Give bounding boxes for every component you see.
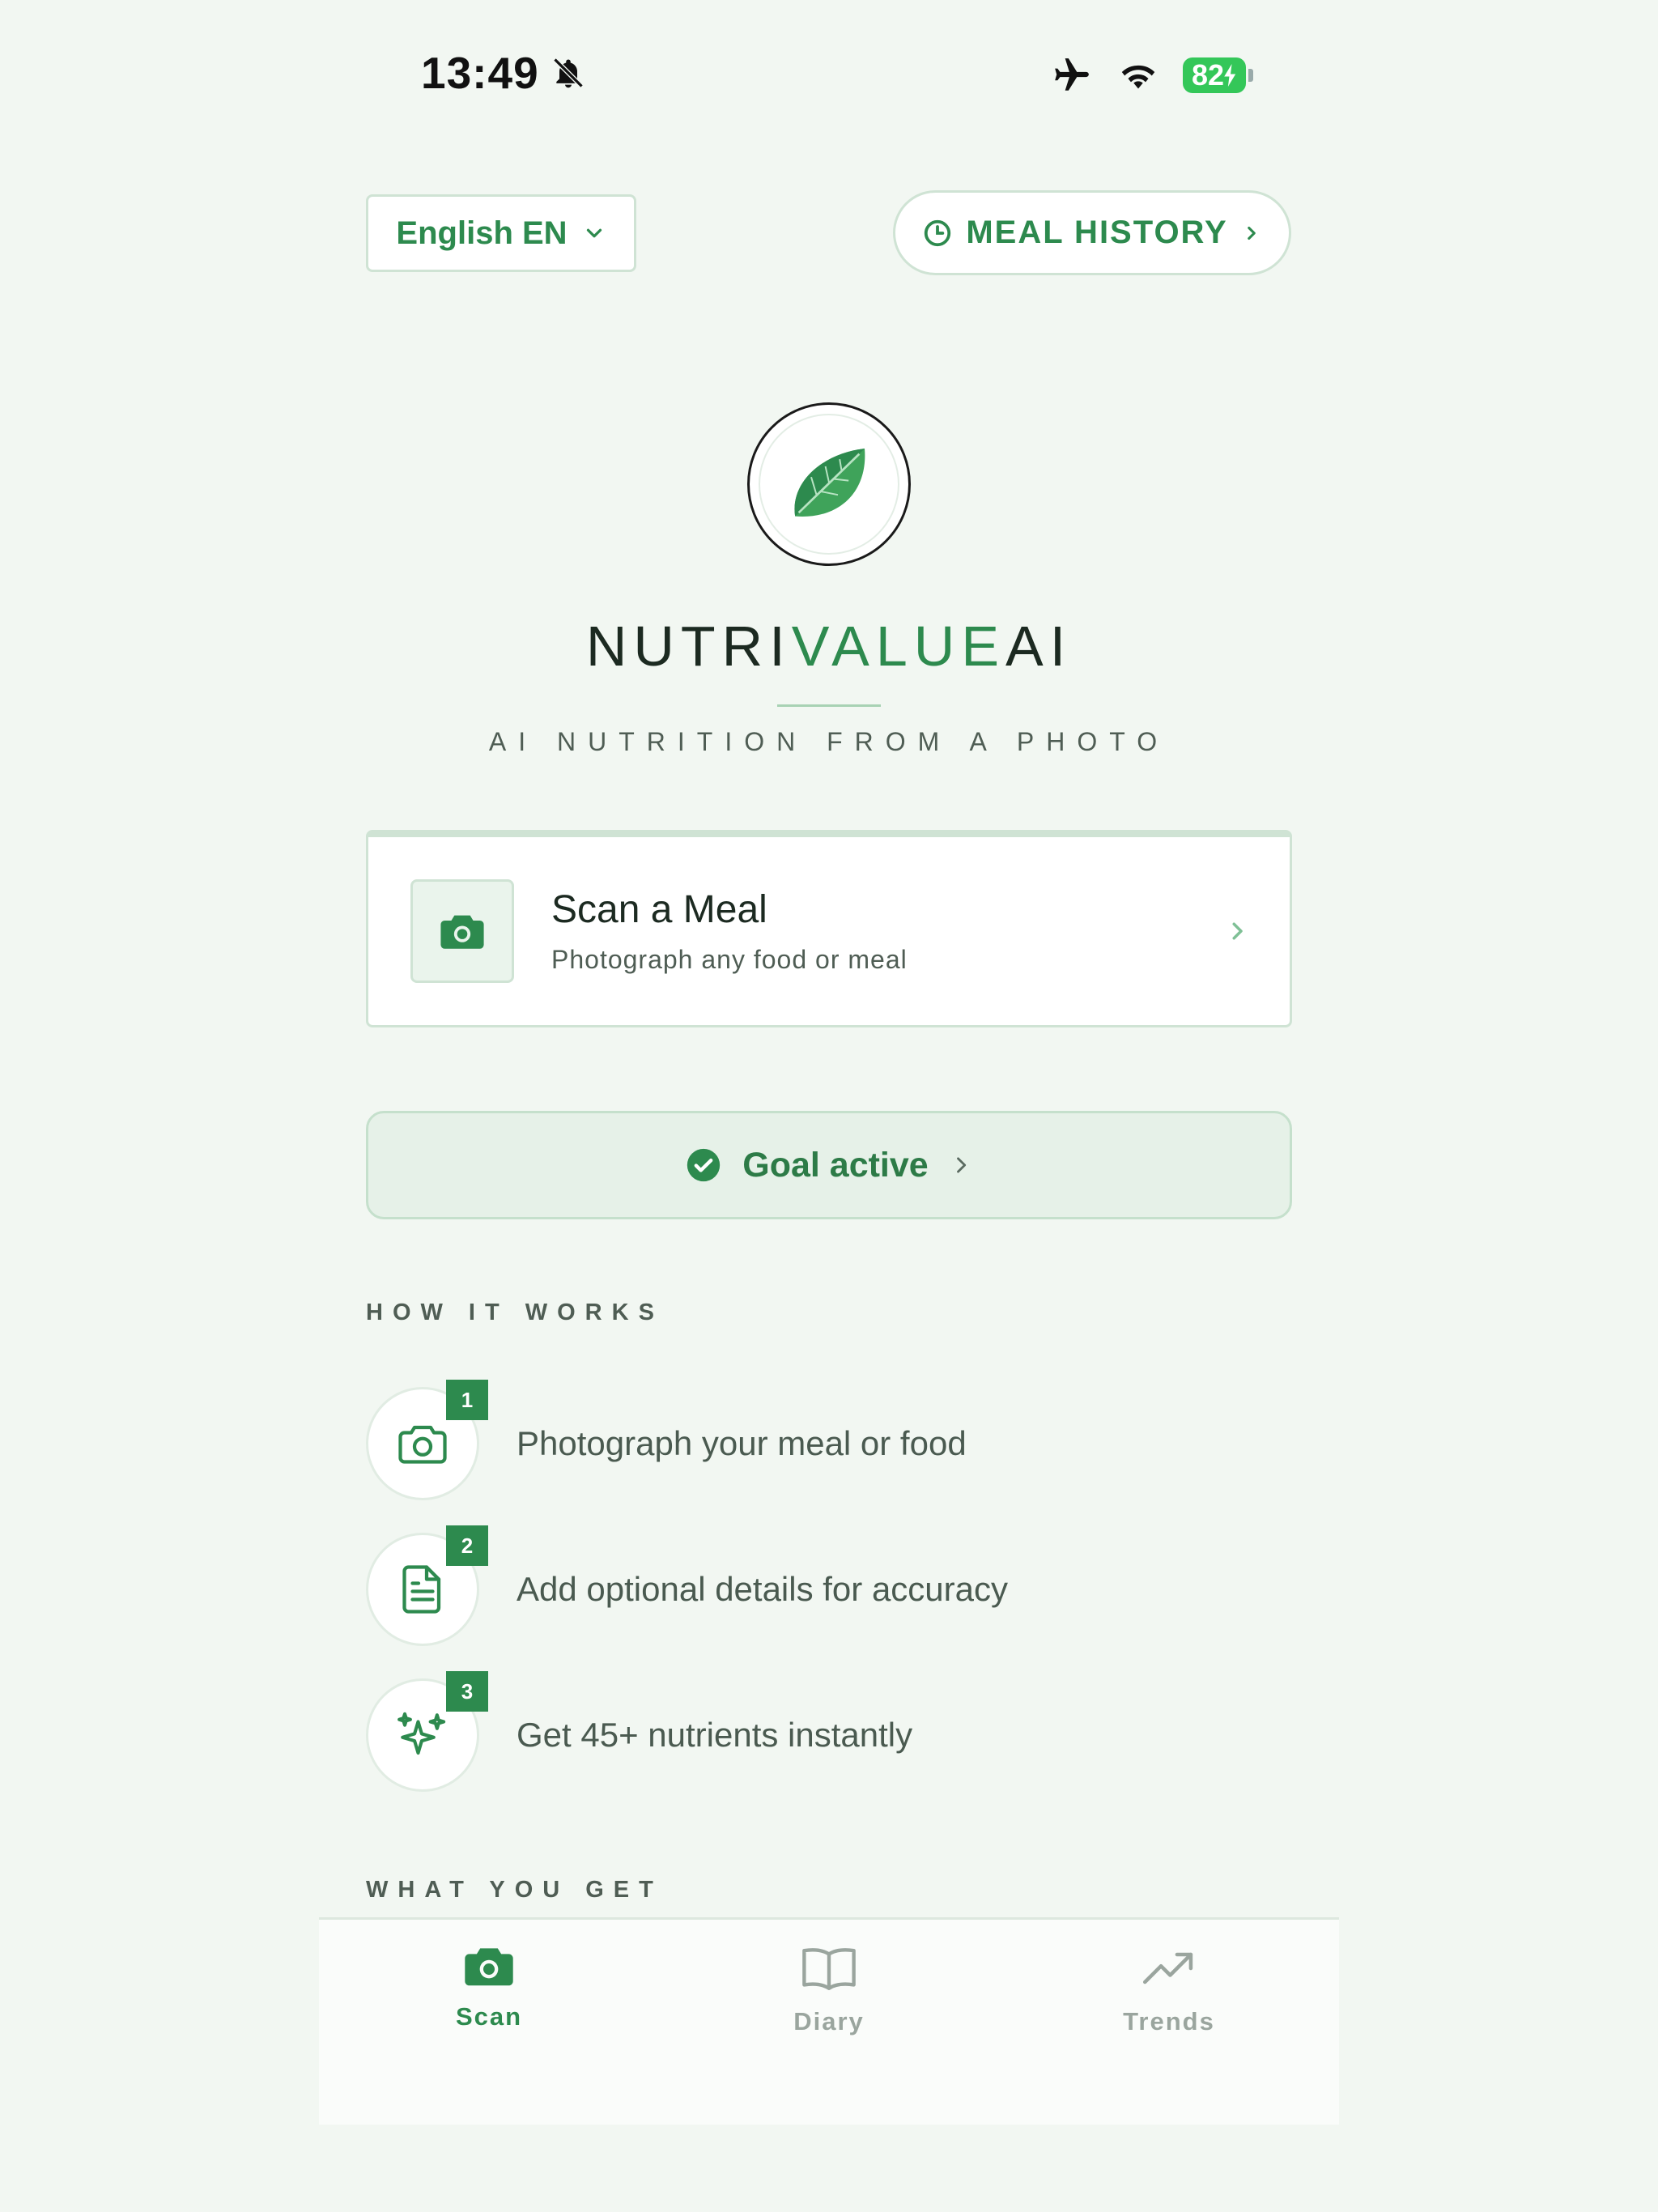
bottom-tab-bar: Scan Diary Trends [319,1917,1339,2125]
step-icon-circle: 3 [366,1671,488,1792]
tab-label: Diary [793,2007,865,2035]
tab-label: Scan [455,2002,523,2031]
meal-history-label: MEAL HISTORY [966,215,1228,250]
step-icon-circle: 1 [366,1380,488,1500]
camera-icon [440,915,484,949]
tab-scan[interactable]: Scan [392,1944,586,2031]
chevron-right-icon [1247,226,1256,240]
status-bar-right: 82 [1050,55,1253,96]
chevron-right-icon [956,1157,966,1173]
step-text: Add optional details for accuracy [517,1570,1009,1608]
language-label: English EN [396,215,568,251]
leaf-icon [794,449,865,517]
goal-active-banner[interactable]: Goal active [366,1111,1292,1219]
step-text: Get 45+ nutrients instantly [517,1716,913,1754]
airplane-icon [1055,58,1089,91]
camera-icon [465,1948,513,1986]
chevron-down-icon [586,228,602,238]
scan-meal-card[interactable]: Scan a Meal Photograph any food or meal [366,830,1292,1027]
goal-label: Goal active [742,1145,929,1185]
clock-icon [925,219,951,246]
battery-cap [1248,69,1253,82]
step-item: 1 Photograph your meal or food [366,1380,967,1500]
brand-name: NUTRIVALUEAI [585,615,1073,678]
logo-inner-ring [759,414,899,555]
language-selector[interactable]: English EN [366,194,636,272]
wifi-icon [1121,65,1155,89]
tab-label: Trends [1123,2007,1215,2035]
step-text: Photograph your meal or food [517,1424,967,1462]
how-it-works-title: HOW IT WORKS [366,1300,664,1325]
document-icon [402,1565,441,1614]
scan-card-texts: Scan a Meal Photograph any food or meal [551,887,908,975]
clock-text: 13:49 [421,48,539,98]
meal-history-button[interactable]: MEAL HISTORY [893,190,1291,275]
bell-muted-icon [553,57,584,88]
step-item: 3 Get 45+ nutrients instantly [366,1671,913,1792]
check-circle-icon [687,1148,721,1182]
battery-level: 82 [1183,57,1246,93]
what-you-get-title: WHAT YOU GET [366,1877,663,1903]
step-item: 2 Add optional details for accuracy [366,1525,1009,1646]
step-icon-circle: 2 [366,1525,488,1646]
scan-card-title: Scan a Meal [551,888,767,931]
chevron-right-icon [1232,922,1243,940]
status-bar-time: 13:49 [421,47,586,99]
tab-diary[interactable]: Diary [732,1944,926,2036]
camera-icon [398,1425,447,1464]
step-number-badge: 3 [446,1671,488,1712]
scan-card-subtitle: Photograph any food or meal [551,945,908,974]
app-screen: 13:49 82 English EN MEAL HISTORY NUTRIVA… [0,0,1658,2212]
trending-up-icon [1142,1952,1193,1984]
brand-divider [777,704,881,707]
app-logo [747,402,911,566]
scan-icon-box [410,879,514,983]
battery-indicator: 82 [1183,57,1253,93]
step-number-badge: 2 [446,1525,488,1566]
tab-trends[interactable]: Trends [1072,1944,1266,2036]
charging-bolt-icon [1224,64,1236,87]
step-number-badge: 1 [446,1380,488,1420]
brand-tagline: AI NUTRITION FROM A PHOTO [488,727,1170,756]
book-icon [802,1948,856,1990]
sparkles-icon [397,1712,446,1755]
